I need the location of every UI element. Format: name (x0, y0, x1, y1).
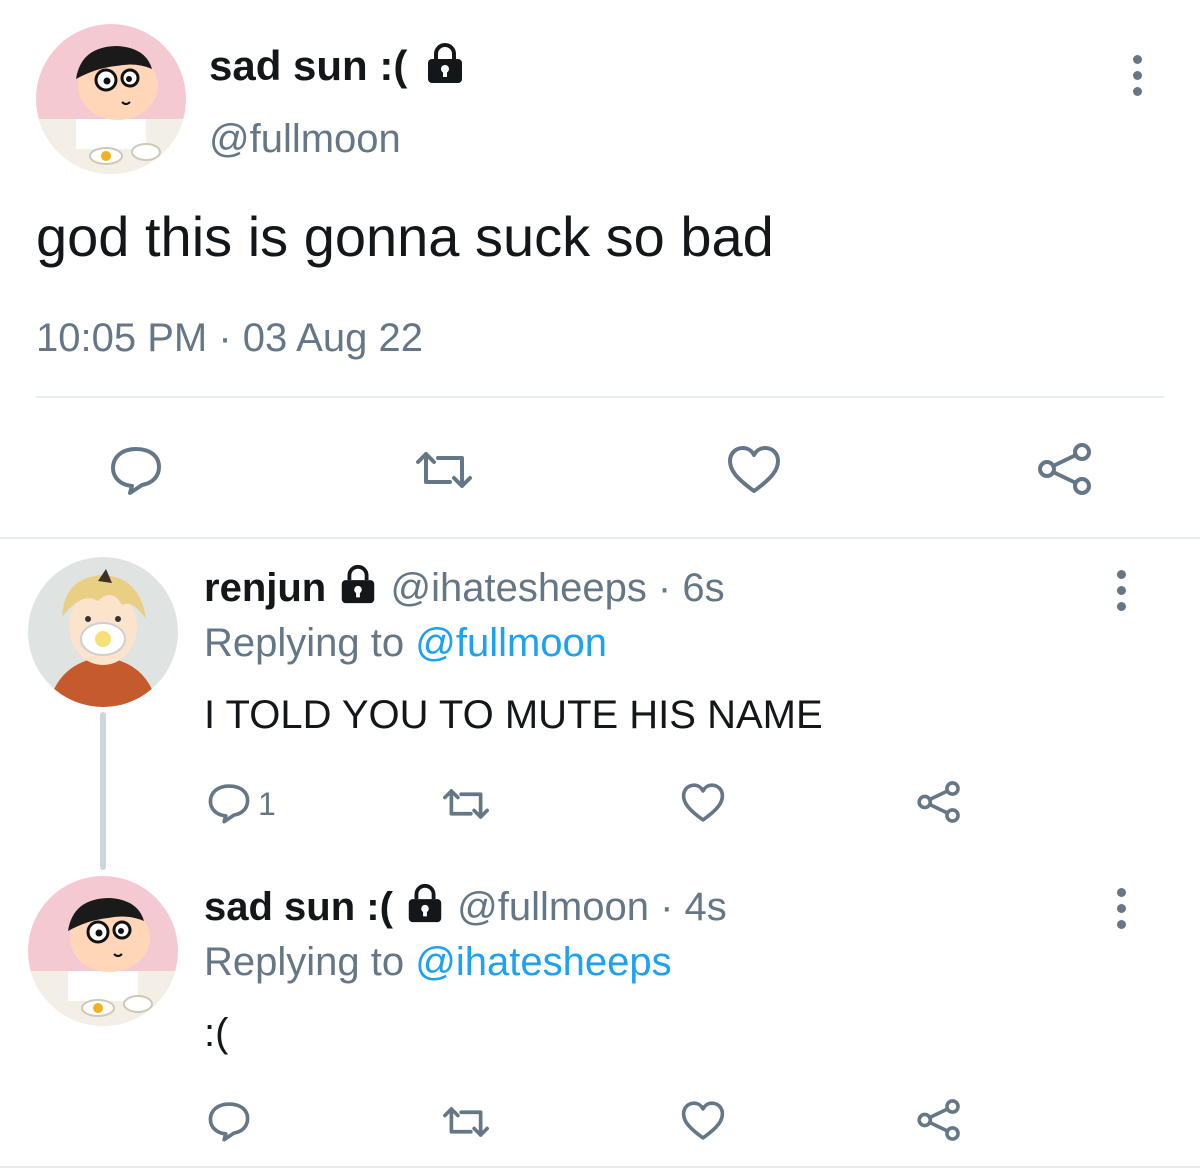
avatar-renjun[interactable] (28, 557, 178, 707)
share-icon[interactable] (916, 1098, 962, 1142)
more-vertical-icon[interactable] (1117, 888, 1126, 936)
author-handle[interactable]: @fullmoon (209, 114, 401, 164)
avatar-sad-sun[interactable] (28, 876, 178, 1026)
replying-to-link[interactable]: @ihatesheeps (415, 940, 671, 984)
reply-icon[interactable] (206, 782, 252, 824)
replying-to: Replying to @fullmoon (204, 618, 607, 668)
replying-to-label: Replying to (204, 940, 405, 984)
tweet-text: god this is gonna suck so bad (36, 205, 774, 268)
divider (0, 1166, 1200, 1168)
lock-icon (337, 563, 379, 617)
reply-header: sad sun :( @fullmoon · 4s (204, 882, 727, 936)
avatar-sad-sun[interactable] (36, 24, 186, 174)
reply-text: I TOLD YOU TO MUTE HIS NAME (204, 693, 823, 737)
reply-handle-time[interactable]: @fullmoon · 4s (457, 885, 727, 929)
share-icon[interactable] (1036, 442, 1094, 496)
reply-author-name[interactable]: sad sun :( (204, 885, 393, 929)
reply-author-name[interactable]: renjun (204, 566, 326, 610)
heart-icon[interactable] (680, 1100, 726, 1142)
heart-icon[interactable] (680, 782, 726, 824)
lock-icon (423, 41, 467, 97)
replying-to-link[interactable]: @fullmoon (415, 621, 607, 665)
reply-text: :( (204, 1011, 229, 1055)
more-vertical-icon[interactable] (1117, 570, 1126, 618)
retweet-icon[interactable] (440, 1104, 492, 1140)
tweet-timestamp[interactable]: 10:05 PM · 03 Aug 22 (36, 313, 423, 363)
lock-icon (404, 882, 446, 936)
reply-count: 1 (258, 786, 276, 822)
replying-to: Replying to @ihatesheeps (204, 937, 672, 987)
retweet-icon[interactable] (440, 786, 492, 822)
thread-line (100, 712, 106, 870)
author-name[interactable]: sad sun :( (209, 40, 467, 97)
author-display-name: sad sun :( (209, 42, 408, 89)
share-icon[interactable] (916, 780, 962, 824)
reply-handle-time[interactable]: @ihatesheeps · 6s (390, 566, 724, 610)
reply-icon[interactable] (206, 1100, 252, 1142)
divider (36, 396, 1164, 398)
heart-icon[interactable] (726, 444, 782, 496)
reply-icon[interactable] (108, 444, 164, 496)
replying-to-label: Replying to (204, 621, 405, 665)
divider (0, 537, 1200, 539)
more-vertical-icon[interactable] (1133, 55, 1142, 103)
retweet-icon[interactable] (412, 448, 476, 492)
reply-header: renjun @ihatesheeps · 6s (204, 563, 725, 617)
